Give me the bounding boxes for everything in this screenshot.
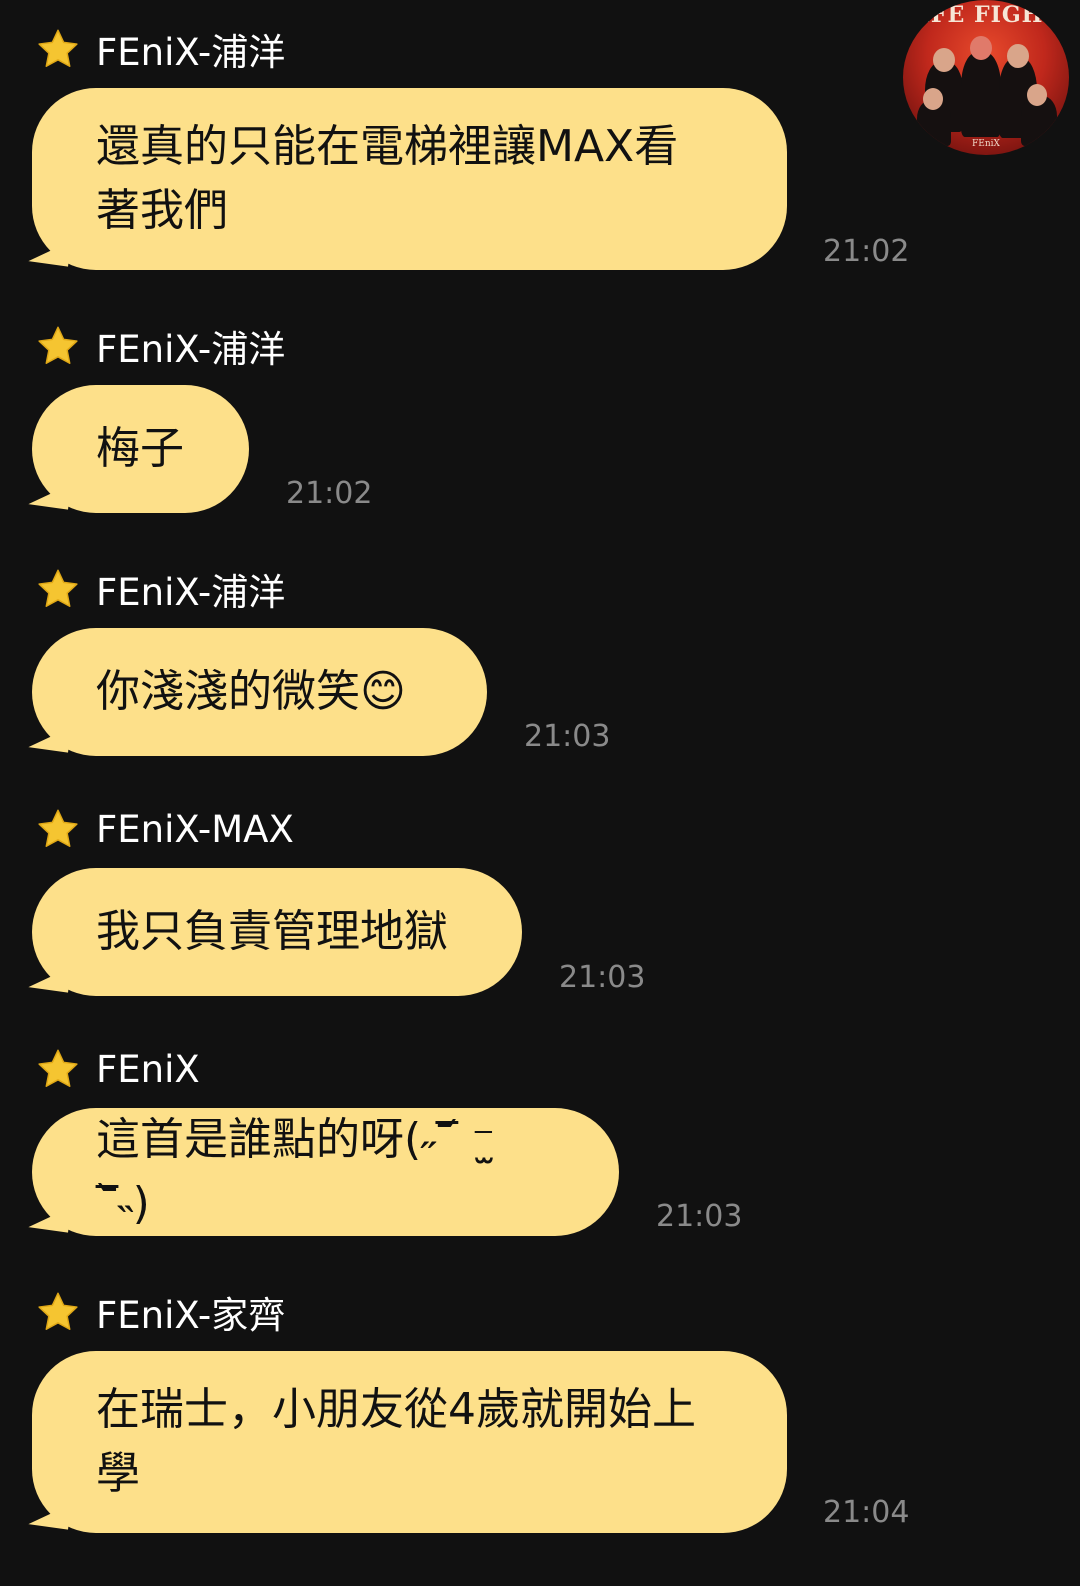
- sender-name: FEniX-MAX: [96, 807, 294, 851]
- message-time: 21:02: [286, 476, 373, 511]
- message-time: 21:02: [823, 234, 910, 269]
- message-bubble[interactable]: 你淺淺的微笑😊: [28, 628, 487, 756]
- message-sender: FEniX-家齊: [36, 1289, 285, 1337]
- avatar-title: FIFE FIGHTER: [903, 2, 1069, 28]
- message-time: 21:03: [524, 719, 611, 754]
- sender-name: FEniX-浦洋: [96, 571, 286, 614]
- star-icon: [38, 569, 78, 607]
- message-bubble[interactable]: 還真的只能在電梯裡讓MAX看著我們: [28, 88, 787, 270]
- message-time: 21:03: [656, 1199, 743, 1234]
- star-icon: [38, 1292, 78, 1330]
- sender-name: FEniX-浦洋: [96, 328, 286, 371]
- message-time: 21:03: [559, 960, 646, 995]
- message-text: 在瑞士，小朋友從4歲就開始上學: [96, 1384, 696, 1499]
- star-icon: [38, 1049, 78, 1087]
- avatar-logo: FEniX: [972, 139, 1000, 149]
- message-sender: FEniX-浦洋: [36, 566, 285, 614]
- message-sender: FEniX-浦洋: [36, 323, 285, 371]
- sender-name: FEniX: [96, 1047, 200, 1091]
- message-bubble[interactable]: 這首是誰點的呀(˶‾᷄ ⁻̫ ‾᷅˵): [28, 1108, 619, 1236]
- star-icon: [38, 809, 78, 847]
- message-sender: FEniX-MAX: [36, 806, 294, 852]
- message-text: 還真的只能在電梯裡讓MAX看著我們: [96, 121, 679, 236]
- message-text: 你淺淺的微笑😊: [96, 666, 406, 717]
- message-sender: FEniX-浦洋: [36, 26, 285, 74]
- star-icon: [38, 326, 78, 364]
- message-time: 21:04: [823, 1495, 910, 1530]
- message-bubble[interactable]: 在瑞士，小朋友從4歲就開始上學: [28, 1351, 787, 1533]
- group-avatar[interactable]: FIFE FIGHTER FEniX: [903, 0, 1069, 155]
- message-text: 我只負責管理地獄: [96, 906, 448, 957]
- message-text: 梅子: [96, 423, 184, 474]
- sender-name: FEniX-浦洋: [96, 31, 286, 74]
- message-text: 這首是誰點的呀(˶‾᷄ ⁻̫ ‾᷅˵): [96, 1114, 510, 1229]
- star-icon: [38, 29, 78, 67]
- message-bubble[interactable]: 梅子: [28, 385, 249, 513]
- message-sender: FEniX: [36, 1046, 200, 1092]
- sender-name: FEniX-家齊: [96, 1294, 286, 1337]
- message-bubble[interactable]: 我只負責管理地獄: [28, 868, 522, 996]
